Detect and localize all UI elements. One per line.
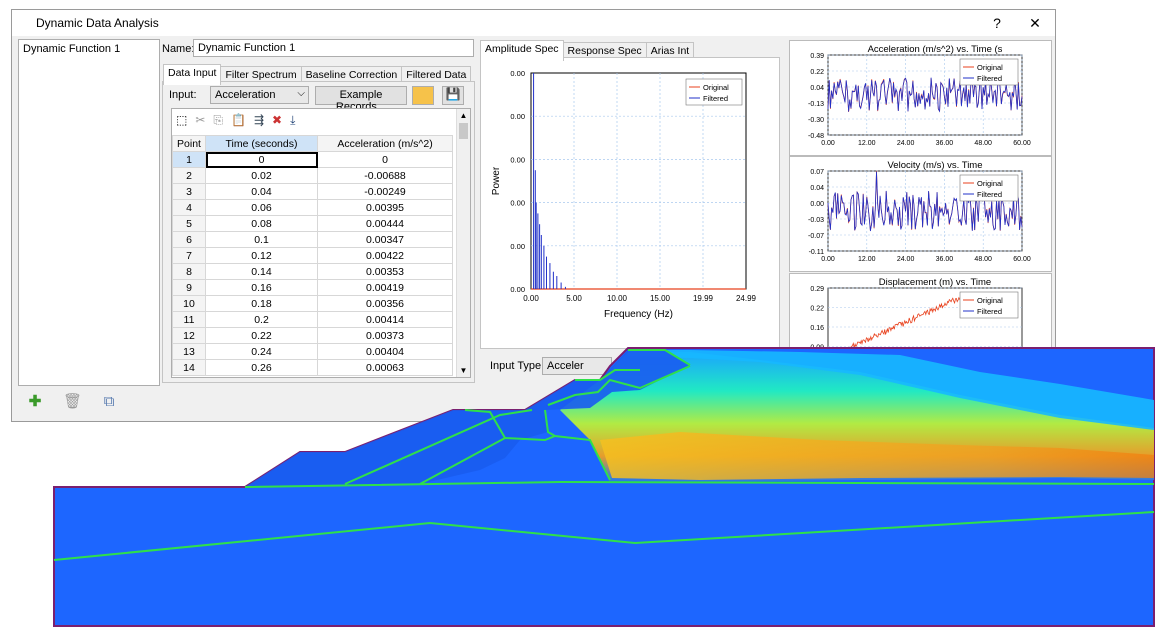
tab-data-input[interactable]: Data Input [163,64,222,85]
tab-amplitude-spec[interactable]: Amplitude Spec [480,40,564,61]
slope-model-overlay [53,347,1155,627]
